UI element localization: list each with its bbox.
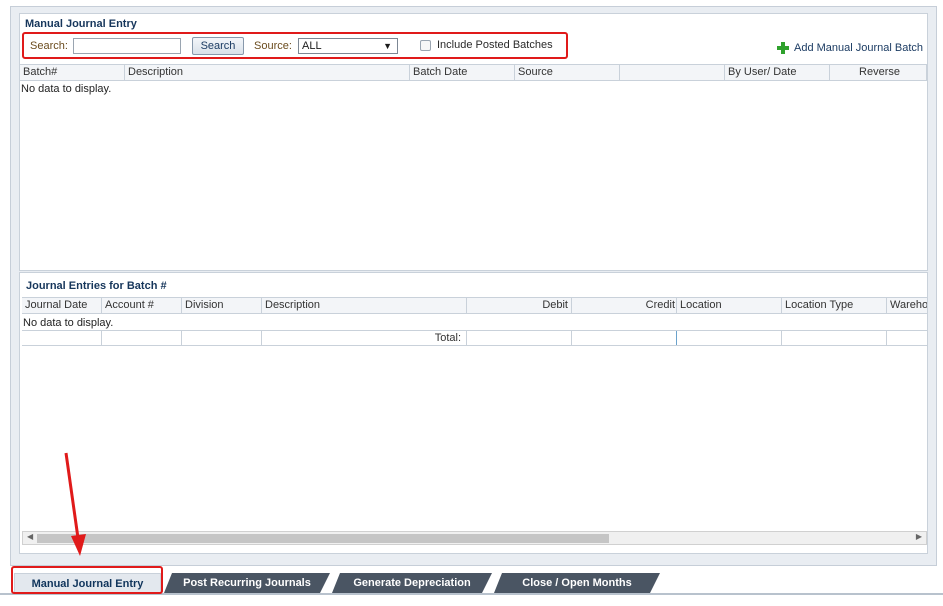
total-cell [102,331,182,345]
search-toolbar-highlight [22,32,568,59]
batch-no-data: No data to display. [21,83,112,95]
total-credit [572,331,677,345]
col-credit[interactable]: Credit [572,298,677,313]
total-cell [782,331,887,345]
journal-entries-panel: Journal Entries for Batch # Journal Date… [19,272,928,554]
col-batch[interactable]: Batch# [20,65,125,80]
scrollbar-thumb[interactable] [37,534,609,543]
col-journal-date[interactable]: Journal Date [22,298,102,313]
col-location[interactable]: Location [677,298,782,313]
col-debit[interactable]: Debit [467,298,572,313]
total-cell [887,331,927,345]
total-cell [22,331,102,345]
add-journal-batch-label: Add Manual Journal Batch [794,42,924,54]
col-description[interactable]: Description [125,65,410,80]
plus-icon [777,42,789,54]
tab-generate-depreciation[interactable]: Generate Depreciation [332,573,492,593]
col-warehouse[interactable]: Wareho [887,298,927,313]
total-row: Total: [22,330,927,346]
app-frame: Manual Journal Entry Search: Search Sour… [10,6,937,566]
total-label: Total: [262,331,467,345]
horizontal-scrollbar[interactable]: ◀ ▶ [22,531,927,545]
total-cell [677,331,782,345]
entries-table-header: Journal Date Account # Division Descript… [22,297,927,314]
entries-no-data: No data to display. [23,317,114,329]
tab-close-open-months[interactable]: Close / Open Months [494,573,660,593]
col-reverse[interactable]: Reverse [830,65,927,80]
col-blank[interactable] [620,65,725,80]
bottom-tab-bar: Manual Journal Entry Post Recurring Jour… [0,566,943,606]
tab-post-recurring-journals[interactable]: Post Recurring Journals [164,573,330,593]
tab-highlight [11,566,163,594]
panel-title-entries: Journal Entries for Batch # [26,280,167,292]
col-entry-description[interactable]: Description [262,298,467,313]
col-batch-date[interactable]: Batch Date [410,65,515,80]
col-source[interactable]: Source [515,65,620,80]
chevron-right-icon[interactable]: ▶ [916,532,922,541]
batch-table-header: Batch# Description Batch Date Source By … [20,64,927,81]
col-division[interactable]: Division [182,298,262,313]
total-cell [182,331,262,345]
panel-title: Manual Journal Entry [25,18,137,30]
col-account[interactable]: Account # [102,298,182,313]
col-by-user-date[interactable]: By User/ Date [725,65,830,80]
manual-journal-panel: Manual Journal Entry Search: Search Sour… [19,13,928,271]
total-debit [467,331,572,345]
chevron-left-icon[interactable]: ◀ [27,532,33,541]
col-location-type[interactable]: Location Type [782,298,887,313]
